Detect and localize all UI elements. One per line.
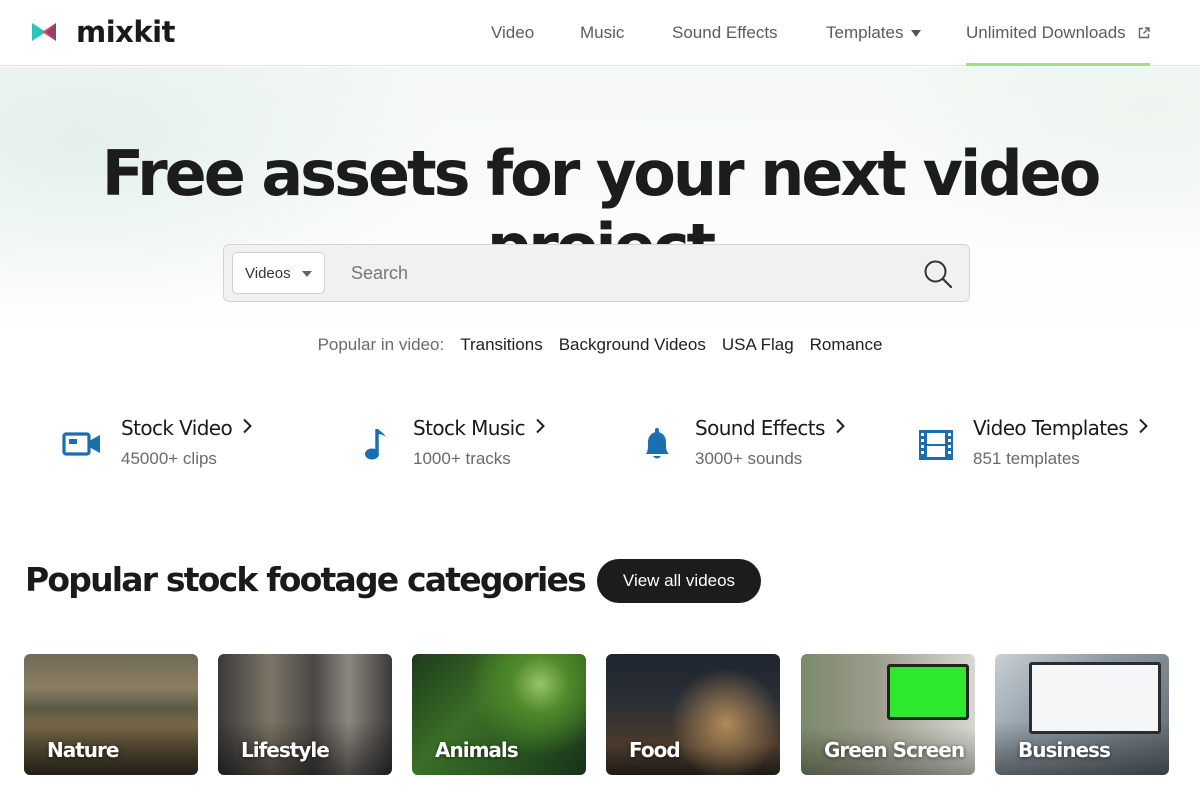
chevron-down-icon: [911, 30, 922, 37]
video-camera-icon: [62, 432, 100, 456]
category-label: Green Screen: [824, 738, 965, 762]
film-strip-icon: [919, 430, 953, 460]
category-label: Nature: [47, 738, 119, 762]
green-screen-laptop-image: [887, 664, 969, 720]
popular-link-romance[interactable]: Romance: [810, 335, 883, 355]
asset-subtitle: 3000+ sounds: [695, 449, 803, 468]
bell-icon: [646, 428, 669, 459]
popular-searches: Popular in video: Transitions Background…: [0, 335, 1200, 355]
mixkit-logo[interactable]: mixkit: [32, 15, 175, 49]
category-label: Animals: [435, 738, 519, 762]
asset-title-text: Stock Video: [121, 416, 233, 440]
asset-title-text: Stock Music: [413, 416, 526, 440]
nav-unlimited-downloads-label: Unlimited Downloads: [966, 23, 1126, 42]
asset-title: Stock Music: [413, 416, 545, 440]
category-label: Lifestyle: [241, 738, 330, 762]
nav-music[interactable]: Music: [580, 0, 624, 66]
popular-link-background-videos[interactable]: Background Videos: [559, 335, 706, 355]
popular-label: Popular in video:: [317, 335, 445, 354]
popular-link-usa-flag[interactable]: USA Flag: [722, 335, 794, 355]
asset-sound-effects[interactable]: Sound Effects 3000+ sounds: [638, 410, 878, 480]
search-type-selected: Videos: [245, 264, 291, 282]
search-input[interactable]: [334, 253, 904, 293]
logo-mark-icon: [32, 23, 56, 41]
nav-sound-effects-label: Sound Effects: [672, 23, 778, 42]
nav-video[interactable]: Video: [491, 0, 534, 66]
category-card-green-screen[interactable]: Green Screen: [801, 654, 975, 775]
nav-sound-effects[interactable]: Sound Effects: [672, 0, 778, 66]
search-bar: Videos: [223, 244, 970, 302]
asset-title: Sound Effects: [695, 416, 845, 440]
nav-unlimited-downloads[interactable]: Unlimited Downloads: [966, 0, 1150, 66]
category-card-animals[interactable]: Animals: [412, 654, 586, 775]
nav-video-label: Video: [491, 23, 535, 42]
site-header: mixkit Video Music Sound Effects Templat…: [0, 0, 1200, 66]
asset-subtitle: 1000+ tracks: [413, 449, 511, 468]
category-label: Food: [629, 738, 681, 762]
nav-templates-label: Templates: [826, 23, 904, 42]
chevron-down-icon: [302, 271, 312, 277]
chevron-right-icon: [836, 418, 845, 434]
category-card-food[interactable]: Food: [606, 654, 780, 775]
asset-stock-video[interactable]: Stock Video 45000+ clips: [62, 410, 302, 480]
popular-link-transitions[interactable]: Transitions: [460, 335, 543, 355]
logo-text: mixkit: [76, 15, 175, 49]
asset-title-text: Sound Effects: [695, 416, 825, 440]
asset-title: Stock Video: [121, 416, 253, 440]
asset-title-text: Video Templates: [973, 416, 1129, 440]
music-note-icon: [365, 429, 386, 460]
asset-subtitle: 45000+ clips: [121, 449, 217, 468]
chevron-right-icon: [536, 418, 545, 434]
asset-video-templates[interactable]: Video Templates 851 templates: [916, 410, 1176, 480]
view-all-videos-button[interactable]: View all videos: [597, 559, 761, 603]
search-icon[interactable]: [923, 259, 953, 289]
nav-music-label: Music: [580, 23, 625, 42]
hero-section: Free assets for your next video project …: [0, 67, 1200, 397]
categories-title: Popular stock footage categories: [25, 560, 587, 599]
category-card-business[interactable]: Business: [995, 654, 1169, 775]
external-link-icon: [1138, 27, 1150, 39]
chevron-right-icon: [1139, 418, 1148, 434]
asset-subtitle: 851 templates: [973, 449, 1080, 468]
search-type-select[interactable]: Videos: [232, 252, 325, 294]
category-card-nature[interactable]: Nature: [24, 654, 198, 775]
asset-stock-music[interactable]: Stock Music 1000+ tracks: [360, 410, 590, 480]
chevron-right-icon: [243, 418, 253, 434]
business-laptop-image: [1029, 662, 1161, 734]
nav-templates[interactable]: Templates: [826, 0, 922, 66]
category-card-lifestyle[interactable]: Lifestyle: [218, 654, 392, 775]
asset-title: Video Templates: [973, 416, 1148, 440]
category-label: Business: [1018, 738, 1111, 762]
